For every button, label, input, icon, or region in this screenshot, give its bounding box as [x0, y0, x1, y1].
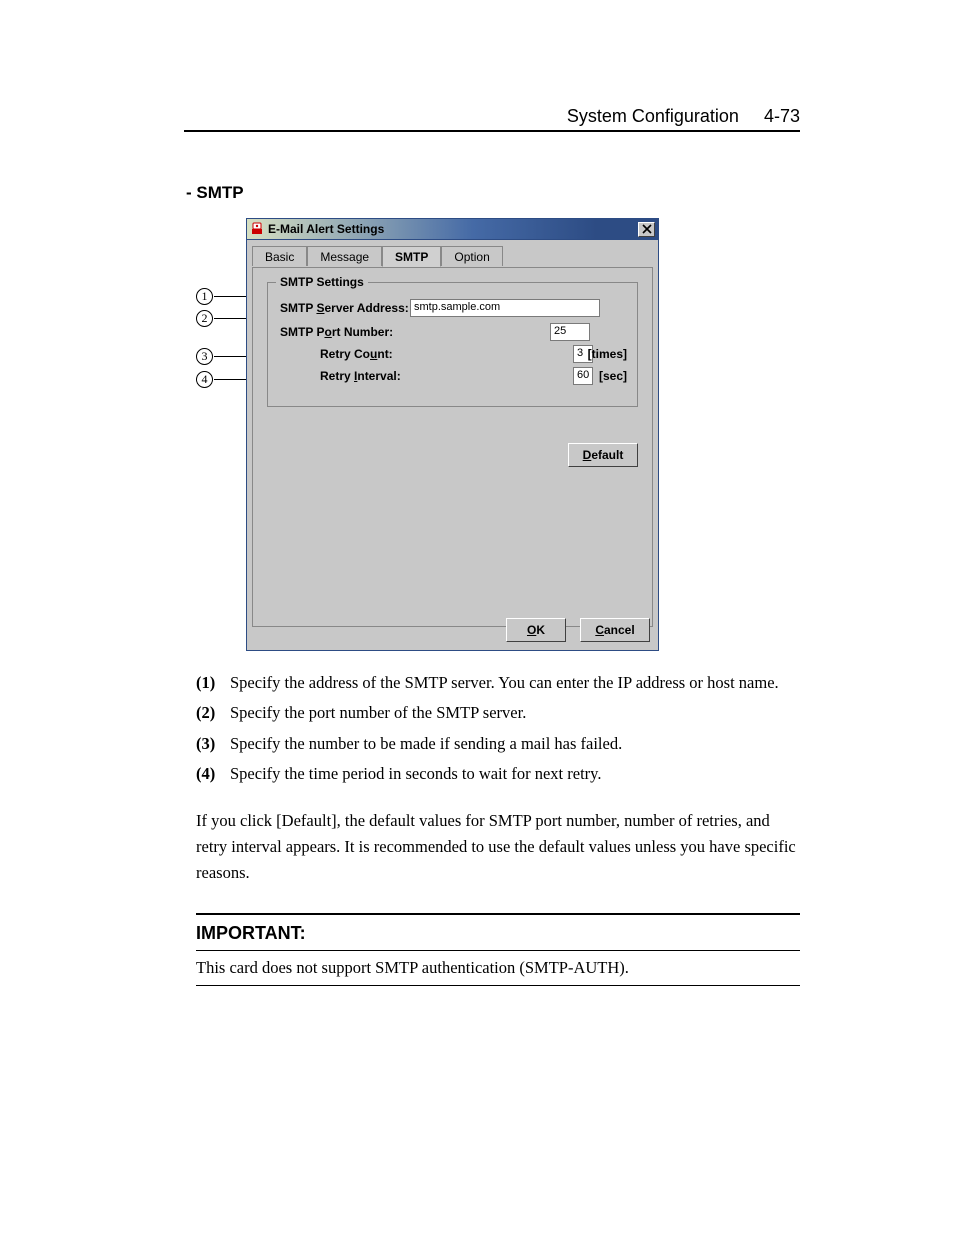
groupbox-smtp-settings: SMTP Settings SMTP Server Address: smtp.…: [267, 282, 638, 407]
header-rule: [184, 130, 800, 132]
tabstrip: BasicMessageSMTPOption: [252, 245, 653, 267]
row-server-address: SMTP Server Address: smtp.sample.com: [280, 299, 627, 319]
unit-retry-count: [times]: [588, 347, 627, 361]
important-heading: IMPORTANT:: [196, 919, 800, 948]
dialog-title: E-Mail Alert Settings: [268, 222, 638, 236]
body-text: (1)Specify the address of the SMTP serve…: [196, 670, 800, 986]
tab-smtp[interactable]: SMTP: [382, 246, 441, 267]
important-text: This card does not support SMTP authenti…: [196, 955, 800, 981]
row-retry-count: Retry Count: 3 [times]: [280, 345, 627, 365]
section-heading: - SMTP: [186, 183, 244, 203]
callout-1: 1: [196, 288, 213, 305]
tab-message[interactable]: Message: [307, 246, 382, 266]
label-port-number: SMTP Port Number:: [280, 325, 393, 339]
description-list: (1)Specify the address of the SMTP serve…: [196, 670, 800, 788]
close-icon[interactable]: [638, 222, 655, 237]
callout-3: 3: [196, 348, 213, 365]
groupbox-legend: SMTP Settings: [276, 275, 368, 289]
cancel-button[interactable]: Cancel: [580, 618, 650, 642]
list-item: (1)Specify the address of the SMTP serve…: [196, 670, 800, 696]
row-port-number: SMTP Port Number: 25: [280, 323, 627, 343]
important-bottom-rule: [196, 985, 800, 986]
app-icon: [250, 222, 264, 236]
tab-option[interactable]: Option: [441, 246, 502, 266]
unit-retry-interval: [sec]: [599, 369, 627, 383]
list-item: (2)Specify the port number of the SMTP s…: [196, 700, 800, 726]
important-mid-rule: [196, 950, 800, 951]
list-item: (3)Specify the number to be made if send…: [196, 731, 800, 757]
callout-4: 4: [196, 371, 213, 388]
list-item: (4)Specify the time period in seconds to…: [196, 761, 800, 787]
callout-2: 2: [196, 310, 213, 327]
input-retry-interval[interactable]: 60: [573, 367, 593, 385]
tab-panel: SMTP Settings SMTP Server Address: smtp.…: [252, 267, 653, 627]
running-header: System Configuration 4-73: [184, 106, 800, 127]
input-port-number[interactable]: 25: [550, 323, 590, 341]
dialog-window: E-Mail Alert Settings BasicMessageSMTPOp…: [246, 218, 659, 651]
label-server-address: SMTP Server Address:: [280, 301, 409, 315]
chapter-title: System Configuration: [567, 106, 739, 126]
titlebar: E-Mail Alert Settings: [247, 219, 658, 240]
callouts-container: 1 2 3 4: [196, 218, 246, 418]
default-button[interactable]: Default: [568, 443, 638, 467]
tab-basic[interactable]: Basic: [252, 246, 307, 266]
label-retry-count: Retry Count:: [320, 347, 393, 361]
note-paragraph: If you click [Default], the default valu…: [196, 808, 800, 887]
important-top-rule: [196, 913, 800, 915]
ok-button[interactable]: OK: [506, 618, 566, 642]
page-number: 4-73: [764, 106, 800, 126]
label-retry-interval: Retry Interval:: [320, 369, 401, 383]
row-retry-interval: Retry Interval: 60 [sec]: [280, 367, 627, 387]
input-server-address[interactable]: smtp.sample.com: [410, 299, 600, 317]
